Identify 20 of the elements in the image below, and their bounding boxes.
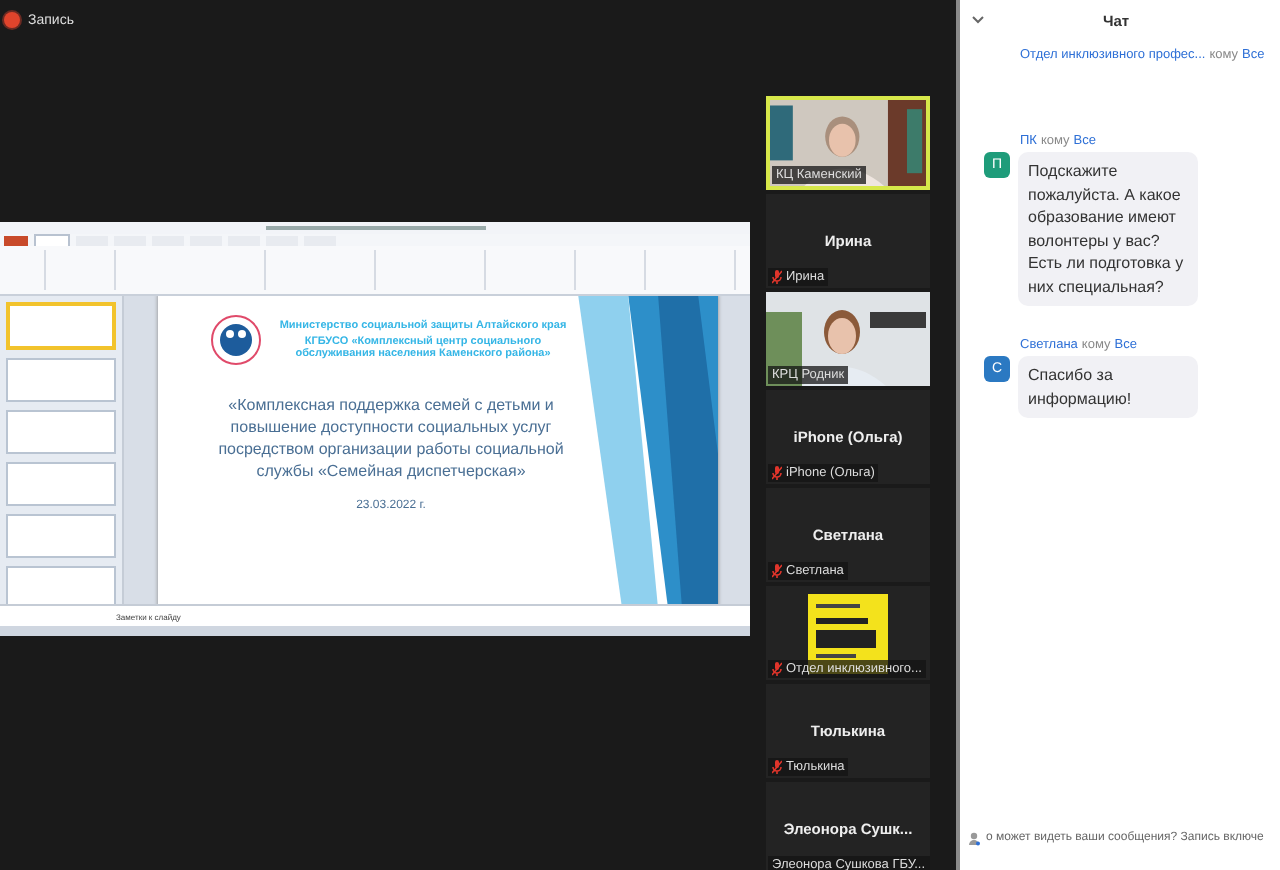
muted-mic-icon <box>772 564 782 578</box>
muted-mic-icon <box>772 466 782 480</box>
slide-thumbnail[interactable] <box>6 358 116 402</box>
slide-thumbnail[interactable] <box>6 566 116 604</box>
muted-mic-icon <box>772 662 782 676</box>
muted-mic-icon <box>772 760 782 774</box>
chevron-down-icon[interactable] <box>972 16 984 24</box>
message-bubble: Спасибо за информацию! <box>1018 356 1198 418</box>
message-bubble: Подскажите пожалуйста. А какое образование имеют волонтеры у вас? Есть ли подготовка у них специальная? <box>1018 152 1198 306</box>
slide-thumbnail[interactable] <box>6 462 116 506</box>
person-icon <box>968 831 980 845</box>
slide-thumbnail[interactable] <box>6 302 116 350</box>
slide-thumbnail[interactable] <box>6 514 116 558</box>
slide-thumbnail[interactable] <box>6 410 116 454</box>
recording-icon <box>4 12 20 28</box>
slide-title: «Комплексная поддержка семей с детьми и повышение доступности социальных услуг посредством организации работы социальной службы «Семейная диспетчерская» <box>216 393 566 481</box>
ribbon-tab[interactable] <box>34 234 70 246</box>
organization-logo <box>209 313 261 365</box>
muted-mic-icon <box>772 270 782 284</box>
ribbon-tab[interactable] <box>4 236 28 246</box>
